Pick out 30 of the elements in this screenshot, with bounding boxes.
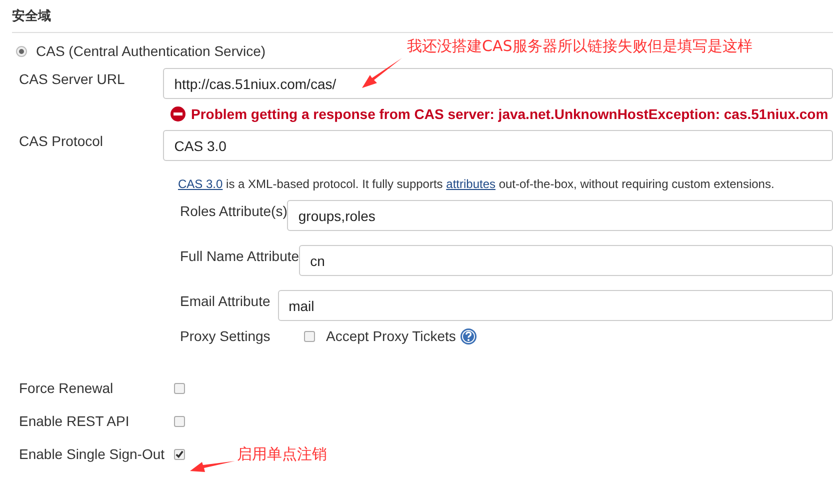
option-label: Enable REST API	[19, 413, 130, 429]
checkbox[interactable]	[174, 382, 185, 394]
section-title: 安全域	[12, 7, 833, 33]
error-icon	[170, 106, 186, 122]
input-field[interactable]: mail	[278, 290, 833, 321]
radio-label: CAS (Central Authentication Service)	[36, 43, 266, 59]
option-label: Enable Single Sign-Out	[19, 446, 166, 462]
radio-button[interactable]	[16, 46, 27, 56]
field-label: Roles Attribute(s)	[180, 202, 288, 221]
input-field[interactable]: groups,roles	[287, 200, 833, 231]
checkbox[interactable]	[174, 448, 185, 460]
annotation-text: 我还没搭建CAS服务器所以链接失败但是填写是这样	[407, 37, 752, 56]
help-text: CAS 3.0 is a XML-based protocol. It fully supports attributes out-of-the-box, without requiring custom extensions.	[178, 177, 776, 191]
field-label: Proxy Settings	[180, 328, 272, 344]
help-icon[interactable]	[460, 328, 477, 344]
protocol-field[interactable]: CAS 3.0	[163, 130, 833, 161]
field-label: CAS Protocol	[19, 132, 104, 151]
field-label: Full Name Attribute	[180, 247, 300, 266]
help-link[interactable]: CAS 3.0	[178, 177, 223, 191]
field-label: Email Attribute	[180, 292, 272, 311]
input-field[interactable]: http://cas.51niux.com/cas/	[163, 68, 833, 99]
option-label: Force Renewal	[19, 380, 114, 396]
error-message: Problem getting a response from CAS server: java.net.UnknownHostException: cas.51niux.com	[191, 106, 828, 122]
checkbox-label: Accept Proxy Tickets	[326, 328, 456, 344]
help-link[interactable]: attributes	[446, 177, 496, 191]
annotation-text: 启用单点注销	[237, 445, 327, 464]
input-field[interactable]: cn	[299, 245, 833, 276]
checkbox[interactable]	[304, 330, 315, 342]
field-label: CAS Server URL	[19, 70, 126, 89]
checkbox[interactable]	[174, 416, 185, 426]
